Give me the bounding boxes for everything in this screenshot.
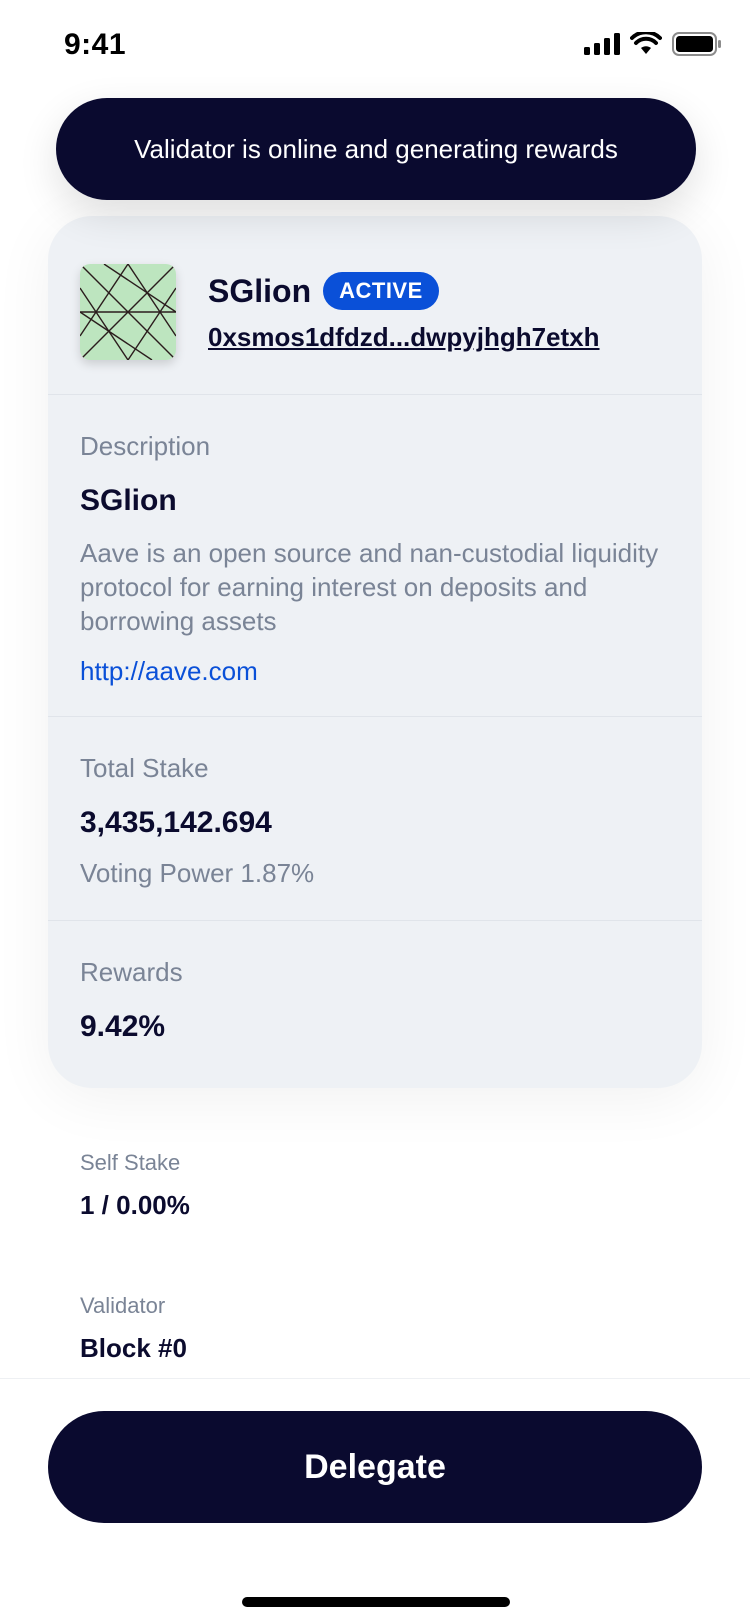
battery-icon [672, 32, 721, 56]
wifi-icon [630, 32, 662, 54]
status-bar: 9:41 [0, 0, 750, 92]
status-icons [584, 32, 722, 56]
validator-avatar-pattern [80, 264, 176, 360]
home-indicator [242, 1597, 510, 1607]
self-stake-section: Self Stake 1 / 0.00% [80, 1150, 190, 1221]
validator-name-row: SGlion ACTIVE [208, 272, 439, 310]
validator-address-link[interactable]: 0xsmos1dfdzd...dwpyjhgh7etxh [208, 322, 600, 353]
description-label: Description [80, 431, 211, 461]
rewards-section: Rewards 9.42% [48, 920, 702, 1044]
description-title: SGlion [80, 484, 177, 517]
rewards-value: 9.42% [80, 1010, 166, 1043]
validator-block-value: Block #0 [80, 1333, 187, 1363]
validator-avatar [80, 264, 176, 360]
signal-icon [584, 33, 620, 55]
voting-power: Voting Power 1.87% [80, 858, 315, 888]
status-time: 9:41 [64, 28, 127, 61]
validator-block-label: Validator [80, 1293, 166, 1318]
total-stake-label: Total Stake [80, 753, 209, 783]
total-stake-section: Total Stake 3,435,142.694 Voting Power 1… [48, 716, 702, 920]
description-section: Description SGlion Aave is an open sourc… [48, 394, 702, 716]
validator-card: SGlion ACTIVE 0xsmos1dfdzd...dwpyjhgh7et… [48, 216, 702, 1088]
toast-message: Validator is online and generating rewar… [134, 133, 618, 164]
validator-header: SGlion ACTIVE 0xsmos1dfdzd...dwpyjhgh7et… [48, 216, 702, 394]
status-toast: Validator is online and generating rewar… [56, 98, 696, 200]
self-stake-value: 1 / 0.00% [80, 1190, 190, 1220]
self-stake-label: Self Stake [80, 1150, 181, 1175]
status-badge: ACTIVE [323, 272, 439, 310]
description-text: Aave is an open source and nan-custodial… [80, 538, 659, 636]
website-link[interactable]: http://aave.com [80, 656, 670, 687]
total-stake-value: 3,435,142.694 [80, 806, 272, 839]
validator-name: SGlion [208, 272, 312, 309]
validator-block-section: Validator Block #0 [80, 1293, 187, 1364]
bottom-action-bar: Delegate [0, 1378, 750, 1624]
rewards-label: Rewards [80, 957, 183, 987]
delegate-button[interactable]: Delegate [48, 1411, 702, 1523]
